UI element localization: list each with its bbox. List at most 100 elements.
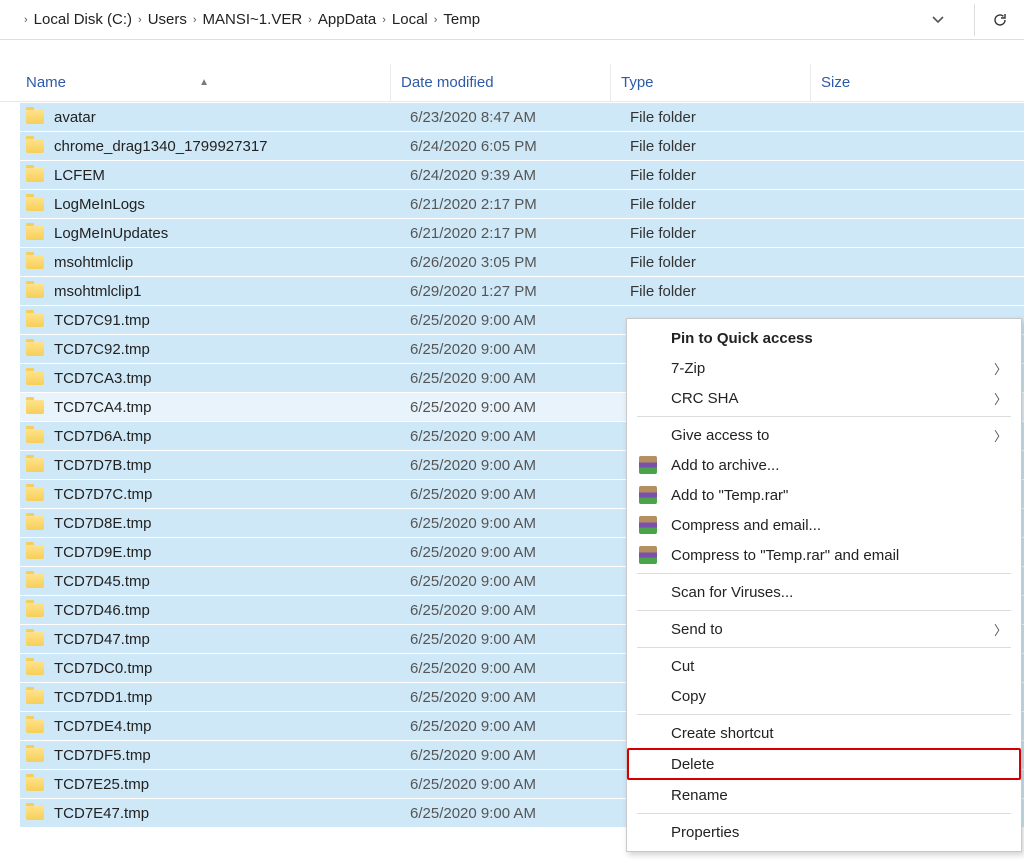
breadcrumb-item[interactable]: › Local Disk (C:) [18,11,132,28]
column-header-date-label: Date modified [401,74,494,91]
file-name: TCD7C92.tmp [54,341,150,358]
column-header-date[interactable]: Date modified [390,64,610,101]
breadcrumb-item[interactable]: ›MANSI~1.VER [187,11,302,28]
file-date: 6/25/2020 9:00 AM [410,573,630,590]
file-date: 6/25/2020 9:00 AM [410,747,630,764]
folder-icon [26,139,44,153]
table-row[interactable]: chrome_drag1340_17999273176/24/2020 6:05… [20,131,1024,160]
chevron-right-icon: › [24,14,28,26]
menu-separator [637,647,1011,648]
table-row[interactable]: msohtmlclip16/29/2020 1:27 PMFile folder [20,276,1024,305]
breadcrumb-label: Temp [443,11,480,28]
menu-item-label: CRC SHA [671,390,739,407]
file-type: File folder [630,225,830,242]
folder-icon [26,632,44,646]
breadcrumb-label: Local [392,11,428,28]
breadcrumb-item[interactable]: › Temp [428,11,480,28]
folder-icon [26,458,44,472]
menu-create-shortcut[interactable]: Create shortcut [627,718,1021,748]
folder-icon [26,777,44,791]
table-row[interactable]: avatar6/23/2020 8:47 AMFile folder [20,102,1024,131]
file-type: File folder [630,283,830,300]
archive-icon [639,516,657,534]
menu-separator [637,813,1011,814]
folder-icon [26,806,44,820]
menu-scan-for-viruses[interactable]: Scan for Viruses... [627,577,1021,607]
menu-7zip[interactable]: 7-Zip 〉 [627,353,1021,383]
column-header-size[interactable]: Size [810,64,930,101]
column-header-type-label: Type [621,74,654,91]
file-name: TCD7CA4.tmp [54,399,152,416]
file-name: msohtmlclip1 [54,283,142,300]
file-name: TCD7D7B.tmp [54,457,152,474]
file-name: LogMeInUpdates [54,225,168,242]
column-header-name[interactable]: Name ▲ [0,74,390,91]
chevron-right-icon: › [193,14,197,26]
table-row[interactable]: LCFEM6/24/2020 9:39 AMFile folder [20,160,1024,189]
breadcrumb-label: Local Disk (C:) [34,11,132,28]
file-date: 6/26/2020 3:05 PM [410,254,630,271]
chevron-right-icon: › [382,14,386,26]
menu-compress-temp-and-email[interactable]: Compress to "Temp.rar" and email [627,540,1021,570]
archive-icon [639,456,657,474]
menu-item-label: Scan for Viruses... [671,584,793,601]
menu-send-to[interactable]: Send to 〉 [627,614,1021,644]
breadcrumb-item[interactable]: › AppData [302,11,376,28]
menu-properties[interactable]: Properties [627,817,1021,847]
file-date: 6/25/2020 9:00 AM [410,544,630,561]
file-name: LogMeInLogs [54,196,145,213]
menu-item-label: Delete [671,756,714,773]
file-date: 6/25/2020 9:00 AM [410,370,630,387]
menu-pin-to-quick-access[interactable]: Pin to Quick access [627,323,1021,353]
chevron-right-icon: 〉 [994,620,1007,639]
file-date: 6/24/2020 9:39 AM [410,167,630,184]
folder-icon [26,255,44,269]
archive-icon [639,486,657,504]
file-type: File folder [630,254,830,271]
file-date: 6/25/2020 9:00 AM [410,776,630,793]
file-date: 6/21/2020 2:17 PM [410,225,630,242]
column-header-type[interactable]: Type [610,64,810,101]
chevron-right-icon: › [308,14,312,26]
menu-rename[interactable]: Rename [627,780,1021,810]
file-date: 6/25/2020 9:00 AM [410,631,630,648]
breadcrumb[interactable]: ›Local Disk (C:)›Users›MANSI~1.VER›AppDa… [8,11,920,28]
menu-item-label: Add to archive... [671,457,779,474]
menu-item-label: Add to "Temp.rar" [671,487,788,504]
file-name: TCD7D47.tmp [54,631,150,648]
menu-item-label: Compress to "Temp.rar" and email [671,547,899,564]
table-row[interactable]: msohtmlclip6/26/2020 3:05 PMFile folder [20,247,1024,276]
menu-delete[interactable]: Delete [627,748,1021,780]
file-date: 6/24/2020 6:05 PM [410,138,630,155]
menu-cut[interactable]: Cut [627,651,1021,681]
column-header-row: Name ▲ Date modified Type Size [0,64,1024,102]
file-date: 6/25/2020 9:00 AM [410,486,630,503]
menu-compress-and-email[interactable]: Compress and email... [627,510,1021,540]
chevron-right-icon: › [434,14,438,26]
breadcrumb-label: AppData [318,11,376,28]
menu-item-label: Rename [671,787,728,804]
file-name: TCD7DD1.tmp [54,689,152,706]
menu-add-to-temp-rar[interactable]: Add to "Temp.rar" [627,480,1021,510]
breadcrumb-item[interactable]: › Local [376,11,428,28]
chevron-right-icon: 〉 [994,389,1007,408]
table-row[interactable]: LogMeInUpdates 6/21/2020 2:17 PMFile fold… [20,218,1024,247]
file-date: 6/25/2020 9:00 AM [410,428,630,445]
archive-icon [639,546,657,564]
context-menu: Pin to Quick access 7-Zip 〉 CRC SHA 〉 Gi… [626,318,1022,852]
refresh-button[interactable] [974,4,1010,36]
breadcrumb-item[interactable]: ›Users [132,11,187,28]
menu-give-access-to[interactable]: Give access to 〉 [627,420,1021,450]
menu-item-label: Copy [671,688,706,705]
table-row[interactable]: LogMeInLogs6/21/2020 2:17 PMFile folder [20,189,1024,218]
folder-icon [26,429,44,443]
file-type: File folder [630,138,830,155]
breadcrumb-dropdown-button[interactable] [920,4,956,36]
menu-add-to-archive[interactable]: Add to archive... [627,450,1021,480]
menu-copy[interactable]: Copy [627,681,1021,711]
menu-crc-sha[interactable]: CRC SHA 〉 [627,383,1021,413]
file-name: TCD7DE4.tmp [54,718,152,735]
breadcrumb-label: Users [148,11,187,28]
file-name: TCD7C91.tmp [54,312,150,329]
folder-icon [26,574,44,588]
